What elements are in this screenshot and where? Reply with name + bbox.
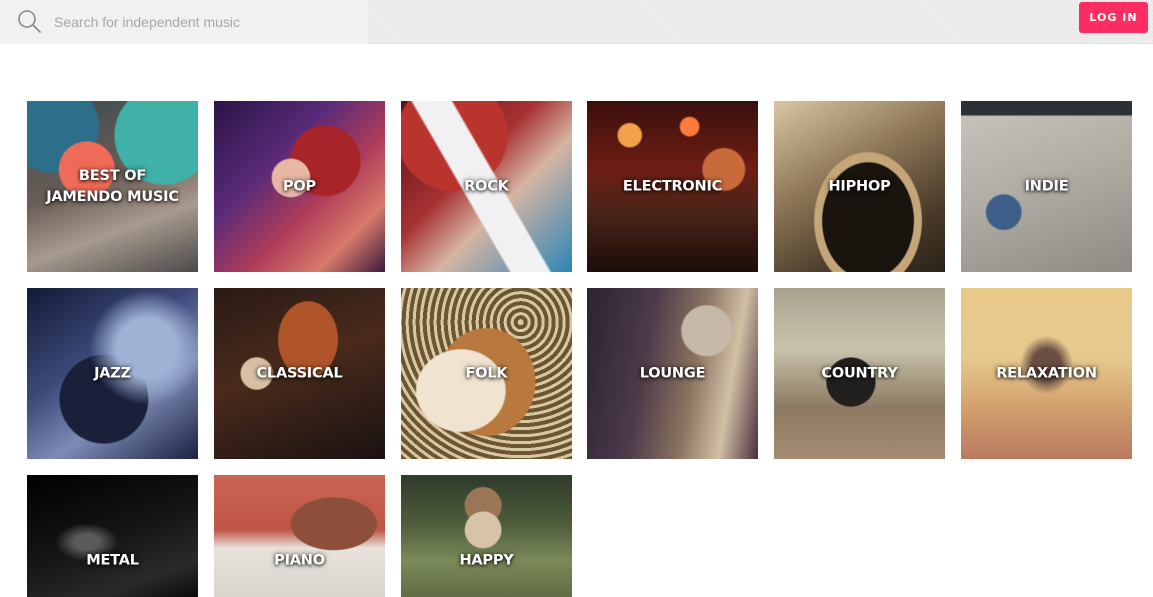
genre-label: COUNTRY xyxy=(821,365,898,381)
genre-tile-lounge[interactable]: LOUNGE xyxy=(587,288,758,459)
login-button[interactable]: LOG IN xyxy=(1079,2,1148,33)
genre-label: FOLK xyxy=(465,365,508,381)
genre-image xyxy=(27,475,198,597)
genre-tile-best-of-jamendo[interactable]: BEST OF JAMENDO MUSIC xyxy=(27,101,198,272)
genre-tile-classical[interactable]: CLASSICAL xyxy=(214,288,385,459)
genre-label: JAZZ xyxy=(94,365,131,381)
genre-label: POP xyxy=(283,178,316,194)
genre-tile-metal[interactable]: METAL xyxy=(27,475,198,597)
genre-tile-piano[interactable]: PIANO xyxy=(214,475,385,597)
genre-label: LOUNGE xyxy=(639,365,706,381)
genre-label: PIANO xyxy=(274,552,325,569)
genre-image xyxy=(214,475,385,597)
genre-tile-jazz[interactable]: JAZZ xyxy=(27,288,198,459)
genre-label: HIPHOP xyxy=(828,178,891,194)
genre-tile-pop[interactable]: POP xyxy=(214,101,385,272)
genre-image xyxy=(401,475,572,597)
genre-tile-country[interactable]: COUNTRY xyxy=(774,288,945,459)
genre-label: HAPPY xyxy=(459,552,514,569)
genre-label: RELAXATION xyxy=(996,365,1097,381)
genre-label: ELECTRONIC xyxy=(622,178,723,194)
search-input[interactable] xyxy=(44,7,360,37)
genre-label: ROCK xyxy=(464,178,509,194)
genre-tile-relaxation[interactable]: RELAXATION xyxy=(961,288,1132,459)
genre-tile-indie[interactable]: INDIE xyxy=(961,101,1132,272)
search-icon[interactable] xyxy=(16,8,42,34)
genre-label: INDIE xyxy=(1024,178,1069,194)
genre-label: METAL xyxy=(86,552,139,569)
genre-label: CLASSICAL xyxy=(256,365,343,381)
genre-label: BEST OF JAMENDO MUSIC xyxy=(46,167,179,205)
search-bar[interactable] xyxy=(0,0,368,44)
genre-tile-rock[interactable]: ROCK xyxy=(401,101,572,272)
top-bar: LOG IN xyxy=(0,0,1153,44)
genre-tile-happy[interactable]: HAPPY xyxy=(401,475,572,597)
genre-tile-folk[interactable]: FOLK xyxy=(401,288,572,459)
genre-tile-electronic[interactable]: ELECTRONIC xyxy=(587,101,758,272)
genre-tile-hiphop[interactable]: HIPHOP xyxy=(774,101,945,272)
